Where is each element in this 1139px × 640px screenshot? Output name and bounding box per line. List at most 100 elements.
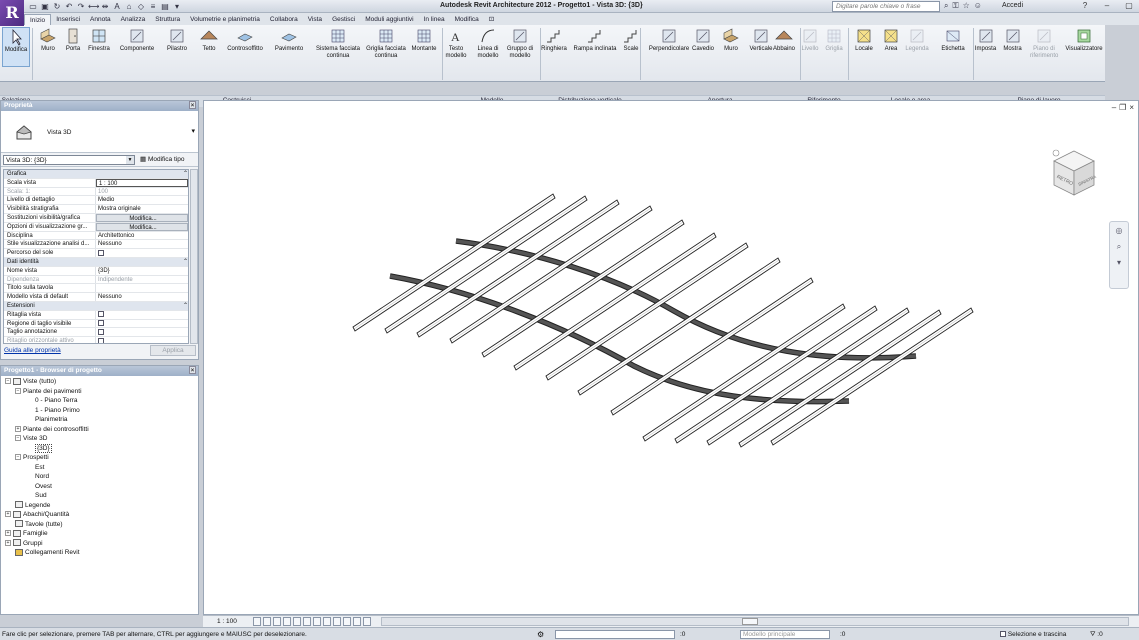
tab-moduli-aggiuntivi[interactable]: Moduli aggiuntivi — [360, 14, 418, 25]
constraints-icon[interactable] — [363, 617, 371, 626]
property-checkbox[interactable] — [96, 319, 188, 328]
pavimento-button[interactable]: Pavimento — [272, 27, 306, 67]
componente-button[interactable]: Componente — [117, 27, 157, 67]
chevron-down-icon[interactable]: ▼ — [126, 156, 134, 164]
close-icon[interactable]: × — [189, 101, 196, 109]
scrollbar-thumb[interactable] — [742, 618, 758, 625]
property-value[interactable]: Architettonico — [96, 232, 188, 240]
sistema-facciata-continua-button[interactable]: Sistema facciata continua — [311, 27, 365, 67]
tab-analizza[interactable]: Analizza — [116, 14, 151, 25]
star-icon[interactable]: ☆ — [963, 1, 970, 11]
imposta-button[interactable]: Imposta — [973, 27, 998, 67]
pilastro-button[interactable]: Pilastro — [163, 27, 191, 67]
property-value[interactable]: 1 : 100 — [96, 178, 188, 187]
sun-path-icon[interactable] — [273, 617, 281, 626]
legenda-button[interactable]: Legenda — [904, 27, 930, 67]
drawing-area[interactable]: – ❐ × RETRO SINISTRA ◎ ⌕ ▾ — [203, 100, 1139, 615]
livello-button[interactable]: Livello — [800, 27, 820, 67]
viewcube[interactable]: RETRO SINISTRA — [1044, 145, 1104, 205]
checkbox[interactable] — [98, 337, 104, 343]
save-icon[interactable]: ▣ — [40, 2, 50, 12]
visual-style-icon[interactable] — [263, 617, 271, 626]
edit-type-button[interactable]: ▦ Modifica tipo — [140, 155, 184, 163]
browser-node[interactable]: + Famiglie — [5, 529, 48, 538]
filter-count[interactable]: ⛛ :0 — [1090, 631, 1103, 639]
thin-lines-icon[interactable]: ≡ — [148, 2, 158, 12]
linea-di-modello-button[interactable]: Linea di modello — [474, 27, 502, 67]
analysis-icon[interactable] — [353, 617, 361, 626]
lock-icon[interactable] — [323, 617, 331, 626]
switch-windows-icon[interactable]: ▾ — [172, 2, 182, 12]
mostra-button[interactable]: Mostra — [1000, 27, 1025, 67]
property-value[interactable]: Nessuno — [96, 293, 188, 301]
temporary-hide-icon[interactable] — [333, 617, 341, 626]
dimension-icon[interactable]: ⇹ — [100, 2, 110, 12]
checkbox[interactable] — [98, 328, 104, 335]
property-value[interactable]: Medio — [96, 196, 188, 204]
type-selector[interactable]: Vista 3D ▾ — [1, 111, 198, 153]
perpendicolare-button[interactable]: Perpendicolare — [646, 27, 692, 67]
modifica-button[interactable]: Modifica — [2, 27, 30, 67]
minimize-icon[interactable]: – — [1096, 0, 1118, 12]
ringhiera-button[interactable]: Ringhiera — [540, 27, 568, 67]
collapse-icon[interactable]: − — [15, 454, 21, 461]
select-and-drag-toggle[interactable]: Selezione e trascina — [1000, 631, 1066, 638]
tab-collabora[interactable]: Collabora — [265, 14, 303, 25]
browser-node[interactable]: 1 - Piano Primo — [35, 406, 80, 415]
browser-node[interactable]: − Prospetti — [15, 453, 49, 462]
properties-help-link[interactable]: Guida alle proprietà — [4, 347, 61, 354]
beam-edge[interactable] — [450, 207, 652, 342]
section-icon[interactable]: ◇ — [136, 2, 146, 12]
browser-node[interactable]: Planimetria — [35, 415, 68, 424]
expand-icon[interactable]: + — [5, 530, 11, 537]
collapse-icon[interactable]: − — [15, 435, 21, 442]
porta-button[interactable]: Porta — [62, 27, 84, 67]
beam-edge[interactable] — [482, 221, 684, 356]
browser-node[interactable]: Legende — [15, 501, 50, 510]
browser-node[interactable]: − Viste (tutto) — [5, 377, 56, 386]
finestra-button[interactable]: Finestra — [86, 27, 112, 67]
restore-icon[interactable]: ❐ — [1119, 103, 1126, 112]
browser-node[interactable]: − Piante dei pavimenti — [15, 387, 82, 396]
browser-node[interactable]: Ovest — [35, 482, 52, 491]
expand-icon[interactable]: + — [5, 511, 11, 518]
help-icon[interactable]: ? — [1074, 0, 1096, 12]
property-edit-button[interactable]: Modifica... — [96, 213, 188, 222]
property-edit-button[interactable]: Modifica... — [96, 222, 188, 231]
checkbox[interactable] — [98, 249, 104, 256]
property-section[interactable]: Dati identità ⌃ — [4, 257, 188, 267]
horizontal-scrollbar[interactable] — [381, 617, 1129, 626]
beam-edge[interactable] — [546, 244, 748, 379]
abbaino-button[interactable]: Abbaino — [770, 27, 798, 67]
montante-button[interactable]: Montante — [409, 27, 439, 67]
expand-icon[interactable]: + — [5, 539, 11, 546]
tab-volumetrie-e-planimetria[interactable]: Volumetrie e planimetria — [185, 14, 265, 25]
close-icon[interactable]: × — [1129, 103, 1134, 112]
crop-icon[interactable] — [303, 617, 311, 626]
tab-inizio[interactable]: Inizio — [24, 14, 52, 25]
browser-node[interactable]: Tavole (tutte) — [15, 520, 63, 529]
collapse-icon[interactable]: ⌃ — [183, 302, 188, 310]
property-section[interactable]: Grafica ⌃ — [4, 170, 188, 179]
apply-button[interactable]: Applica — [150, 345, 196, 356]
muro-button[interactable]: Muro — [720, 27, 742, 67]
application-menu-button[interactable]: R — [0, 0, 24, 26]
collapse-icon[interactable]: − — [5, 378, 11, 385]
search-input[interactable]: Digitare parole chiave o frase — [832, 1, 940, 12]
tab-inserisci[interactable]: Inserisci — [51, 14, 85, 25]
workset-icon[interactable]: ⚙ — [537, 630, 547, 639]
zoom-icon[interactable]: ⌕ — [1113, 242, 1125, 254]
close-hidden-icon[interactable]: ▤ — [160, 2, 170, 12]
browser-node[interactable]: Est — [35, 463, 44, 472]
minimize-icon[interactable]: – — [1112, 103, 1116, 112]
browser-node[interactable]: + Gruppi — [5, 539, 43, 548]
render-icon[interactable] — [293, 617, 301, 626]
etichetta-button[interactable]: Etichetta — [938, 27, 968, 67]
3d-view-icon[interactable]: ⌂ — [124, 2, 134, 12]
redo-icon[interactable]: ↷ — [76, 2, 86, 12]
maximize-icon[interactable]: ▢ — [1118, 0, 1139, 12]
tab-struttura[interactable]: Struttura — [150, 14, 185, 25]
view-scale[interactable]: 1 : 100 — [217, 618, 237, 625]
instance-select[interactable]: Vista 3D: {3D} ▼ — [3, 155, 135, 165]
login-button[interactable]: Accedi — [1002, 2, 1023, 9]
